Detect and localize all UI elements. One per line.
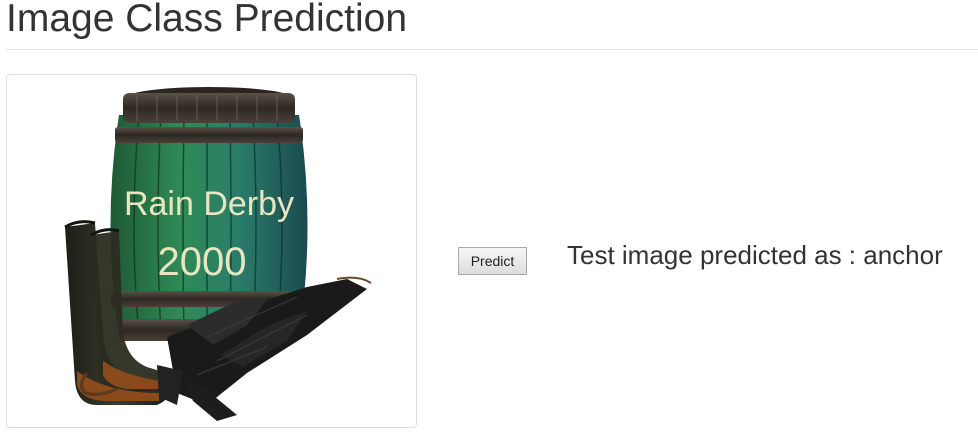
test-image: Rain Derby 2000 [64,87,372,421]
predict-button[interactable]: Predict [458,247,527,275]
title-divider [6,49,978,50]
predicted-class: anchor [863,240,943,270]
barrel-text-line2: 2000 [158,240,247,284]
prediction-result: Test image predicted as : anchor [567,238,943,272]
barrel-text-line1: Rain Derby [124,185,294,223]
prediction-result-prefix: Test image predicted as : [567,240,864,270]
test-image-thumbnail: Rain Derby 2000 [6,74,417,428]
page-title: Image Class Prediction [6,0,408,40]
